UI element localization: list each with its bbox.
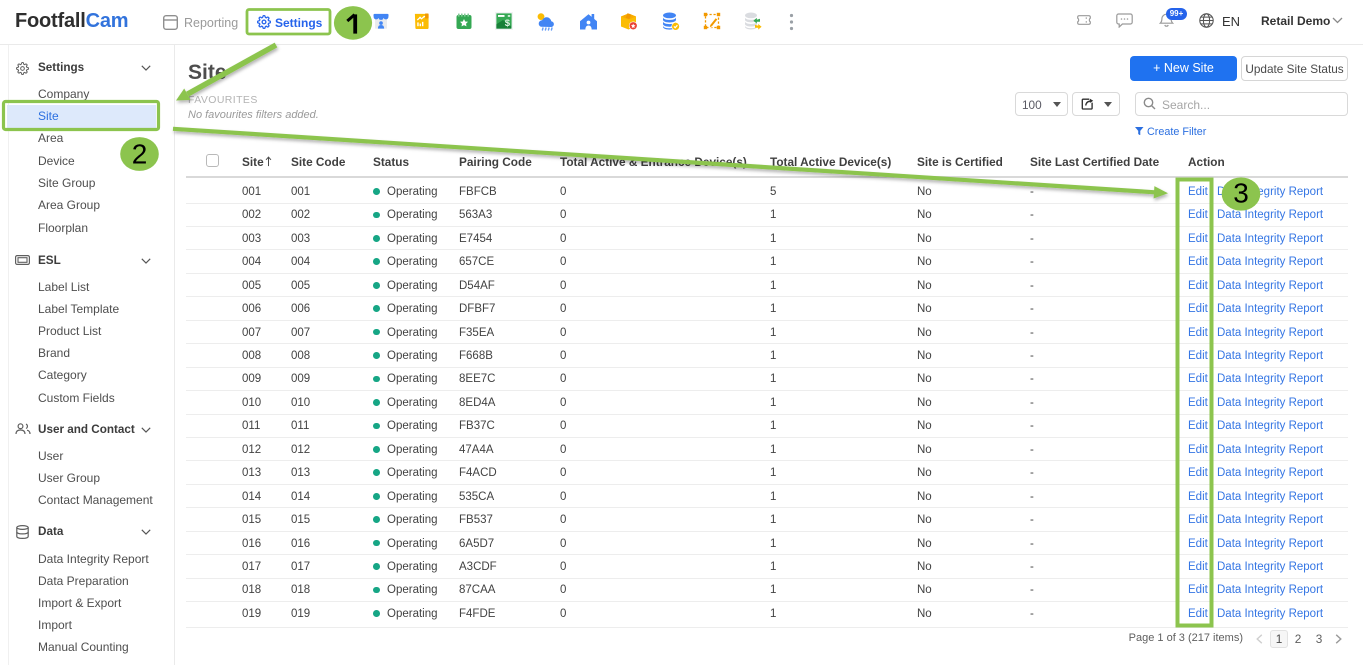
svg-text:$: $ bbox=[505, 18, 511, 29]
